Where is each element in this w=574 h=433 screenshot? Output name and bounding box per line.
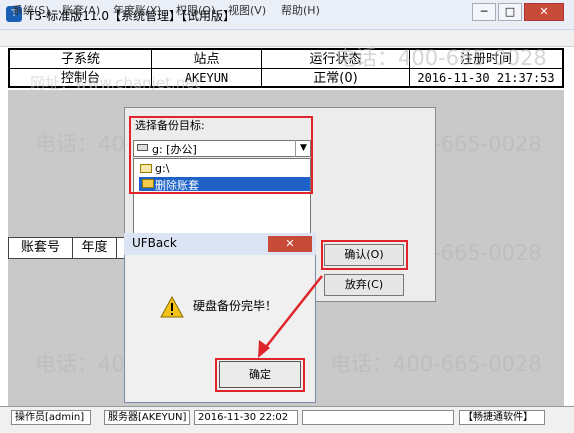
status-operator: 操作员[admin]: [11, 410, 91, 425]
status-datetime: 2016-11-30 22:02: [194, 410, 298, 425]
status-brand: 【畅捷通软件】: [459, 410, 545, 425]
status-server: 服务器[AKEYUN]: [104, 410, 190, 425]
red-arrow: [258, 275, 323, 358]
status-empty: [302, 410, 454, 425]
